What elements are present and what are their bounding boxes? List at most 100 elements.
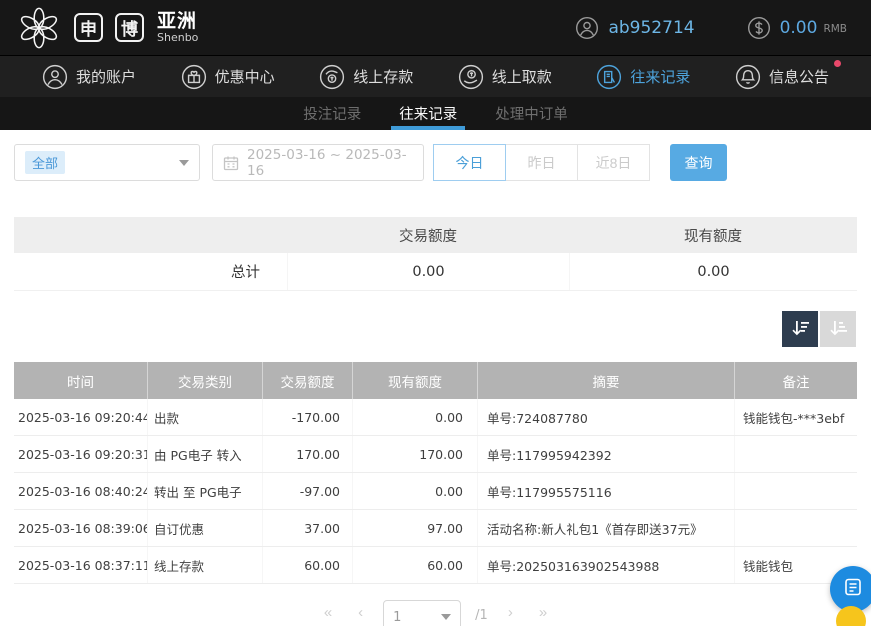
summary-total-balance: 0.00 <box>569 253 857 290</box>
search-button[interactable]: 查询 <box>670 144 727 181</box>
today-button[interactable]: 今日 <box>433 144 506 181</box>
notification-dot <box>834 60 841 67</box>
quick-date-buttons: 今日 昨日 近8日 <box>434 144 650 181</box>
tab-transaction-records[interactable]: 往来记录 <box>397 97 459 130</box>
nav-label: 线上存款 <box>353 66 413 87</box>
cell-time: 2025-03-16 08:37:11 <box>14 547 148 583</box>
cell-type: 由 PG电子 转入 <box>148 436 263 472</box>
filter-bar: 全部 2025-03-16 ~ 2025-03-16 今日 昨日 近8日 查询 <box>14 144 857 181</box>
brand-char-1: 申 <box>74 13 103 42</box>
customer-service-float <box>810 566 871 626</box>
deposit-coin-icon <box>319 64 345 90</box>
tab-bet-records[interactable]: 投注记录 <box>301 97 363 130</box>
cell-summary: 单号:117995575116 <box>478 473 735 509</box>
date-range-value: 2025-03-16 ~ 2025-03-16 <box>247 147 413 179</box>
next-page-button[interactable]: › <box>502 600 519 625</box>
nav-label: 往来记录 <box>630 66 690 87</box>
nav-item-announcements[interactable]: 信息公告 <box>735 64 829 90</box>
last-page-button[interactable]: » <box>533 600 553 625</box>
brand-name-en: Shenbo <box>157 32 198 44</box>
sort-toolbar <box>15 311 856 347</box>
cell-amount: -170.00 <box>263 399 353 435</box>
balance-currency: RMB <box>823 23 847 35</box>
table-body: 2025-03-16 09:20:44 出款 -170.00 0.00 单号:7… <box>14 399 857 584</box>
table-row: 2025-03-16 09:20:31 由 PG电子 转入 170.00 170… <box>14 436 857 473</box>
yesterday-button[interactable]: 昨日 <box>505 144 578 181</box>
brand-logo: 申 博 亚洲 Shenbo <box>16 5 198 51</box>
sort-ascending-icon <box>828 318 848 341</box>
brand-text: 亚洲 Shenbo <box>157 12 198 43</box>
chevron-down-icon <box>441 614 451 620</box>
cell-amount: 37.00 <box>263 510 353 546</box>
cell-remark <box>735 436 857 472</box>
summary-header-trade: 交易额度 <box>287 217 569 253</box>
sort-descending-button[interactable] <box>782 311 818 347</box>
withdraw-coin-icon <box>458 64 484 90</box>
type-select[interactable]: 全部 <box>14 144 200 181</box>
cell-amount: -97.00 <box>263 473 353 509</box>
cell-type: 转出 至 PG电子 <box>148 473 263 509</box>
cell-time: 2025-03-16 08:39:06 <box>14 510 148 546</box>
nav-label: 信息公告 <box>769 66 829 87</box>
tab-pending-orders[interactable]: 处理中订单 <box>493 97 570 130</box>
cell-time: 2025-03-16 08:40:24 <box>14 473 148 509</box>
top-header: 申 博 亚洲 Shenbo ab952714 <box>0 0 871 55</box>
cell-type: 出款 <box>148 399 263 435</box>
summary-header-balance: 现有额度 <box>569 217 857 253</box>
nav-item-transaction-records[interactable]: 往来记录 <box>596 64 690 90</box>
records-table: 时间 交易类别 交易额度 现有额度 摘要 备注 2025-03-16 09:20… <box>14 362 857 584</box>
sort-descending-icon <box>790 318 810 341</box>
table-row: 2025-03-16 08:37:11 线上存款 60.00 60.00 单号:… <box>14 547 857 584</box>
page-select-value: 1 <box>393 610 401 625</box>
nav-item-my-account[interactable]: 我的账户 <box>42 64 136 90</box>
account-info[interactable]: ab952714 <box>575 16 694 40</box>
nav-label: 线上取款 <box>492 66 552 87</box>
summary-total-trade: 0.00 <box>287 253 569 290</box>
nav-item-promotions[interactable]: 优惠中心 <box>181 64 275 90</box>
user-circle-icon <box>42 64 68 90</box>
cell-balance: 0.00 <box>353 399 478 435</box>
chat-icon <box>842 576 864 602</box>
cell-balance: 97.00 <box>353 510 478 546</box>
cell-remark: 钱能钱包-***3ebf <box>735 399 857 435</box>
cell-amount: 170.00 <box>263 436 353 472</box>
date-range-input[interactable]: 2025-03-16 ~ 2025-03-16 <box>212 144 424 181</box>
page-select[interactable]: 1 <box>383 600 461 626</box>
cell-type: 线上存款 <box>148 547 263 583</box>
cell-type: 自订优惠 <box>148 510 263 546</box>
main-nav: 我的账户 优惠中心 线上存款 <box>0 55 871 97</box>
records-table-header: 时间 交易类别 交易额度 现有额度 摘要 备注 <box>14 362 857 399</box>
dollar-icon <box>747 16 771 40</box>
balance-info[interactable]: 0.00 RMB <box>747 16 847 40</box>
summary-total-label: 总计 <box>14 253 287 290</box>
bell-icon <box>735 64 761 90</box>
summary-header: 交易额度 现有额度 <box>14 217 857 253</box>
sort-ascending-button[interactable] <box>820 311 856 347</box>
table-row: 2025-03-16 08:40:24 转出 至 PG电子 -97.00 0.0… <box>14 473 857 510</box>
nav-item-online-deposit[interactable]: 线上存款 <box>319 64 413 90</box>
summary-table: 交易额度 现有额度 总计 0.00 0.00 <box>14 217 857 291</box>
nav-item-online-withdraw[interactable]: 线上取款 <box>458 64 552 90</box>
cell-summary: 单号:202503163902543988 <box>478 547 735 583</box>
first-page-button[interactable]: « <box>318 600 338 625</box>
pagination: « ‹ 1 /1 › » <box>0 600 871 626</box>
cell-remark <box>735 510 857 546</box>
transaction-records-page: 申 博 亚洲 Shenbo ab952714 <box>0 0 871 626</box>
nav-label: 我的账户 <box>76 66 136 87</box>
col-header-type: 交易类别 <box>148 362 263 399</box>
calendar-icon <box>223 155 239 171</box>
cell-summary: 活动名称:新人礼包1《首存即送37元》 <box>478 510 735 546</box>
cell-balance: 60.00 <box>353 547 478 583</box>
summary-header-empty <box>14 217 287 253</box>
record-tabs: 投注记录 往来记录 处理中订单 <box>0 97 871 130</box>
page-total: /1 <box>475 608 488 623</box>
prev-page-button[interactable]: ‹ <box>352 600 369 625</box>
cell-summary: 单号:117995942392 <box>478 436 735 472</box>
records-icon <box>596 64 622 90</box>
cell-balance: 0.00 <box>353 473 478 509</box>
cell-remark <box>735 473 857 509</box>
col-header-balance: 现有额度 <box>353 362 478 399</box>
col-header-amount: 交易额度 <box>263 362 353 399</box>
last-8-days-button[interactable]: 近8日 <box>577 144 650 181</box>
username: ab952714 <box>608 18 694 38</box>
